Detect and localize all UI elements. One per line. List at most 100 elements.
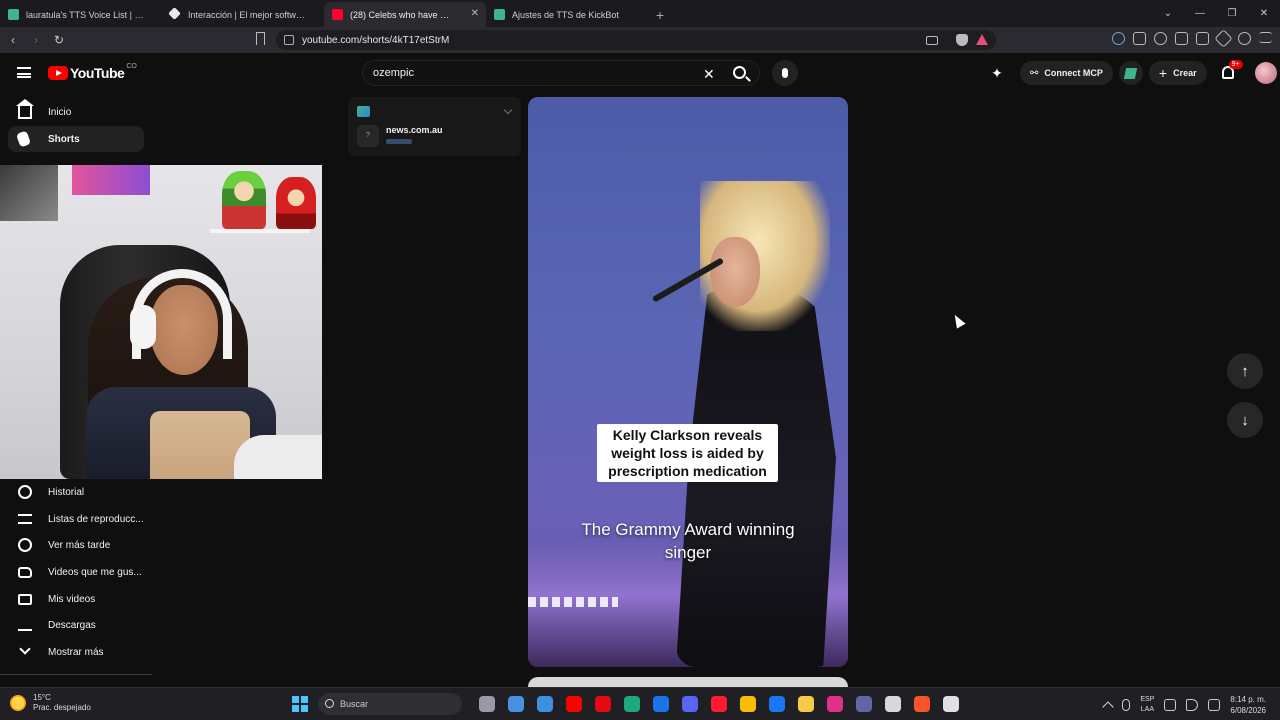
headphone-earcup bbox=[130, 305, 156, 349]
explorer-icon[interactable] bbox=[797, 696, 814, 712]
weather-condition: Prac. despejado bbox=[33, 703, 91, 712]
sidebar-item-inicio[interactable]: Inicio bbox=[8, 99, 144, 125]
tab-kickbot-voices[interactable]: lauratula's TTS Voice List | KickBot bbox=[0, 2, 162, 27]
previous-short-button[interactable]: ↑ bbox=[1227, 353, 1263, 389]
minimize-icon[interactable]: — bbox=[1184, 0, 1216, 27]
search-input[interactable]: ozempic bbox=[373, 67, 414, 79]
sidebar-item-downloads[interactable]: Descargas bbox=[8, 612, 144, 638]
address-url[interactable]: youtube.com/shorts/4kT17etStrM bbox=[302, 35, 449, 46]
sidebar-item-historial[interactable]: Historial bbox=[8, 479, 144, 505]
youtube-logo[interactable]: YouTube CO bbox=[48, 63, 137, 81]
app-pink-icon[interactable] bbox=[826, 696, 843, 712]
store-icon[interactable] bbox=[536, 696, 553, 712]
copilot-icon[interactable] bbox=[507, 696, 524, 712]
source-site[interactable]: news.com.au bbox=[386, 125, 443, 135]
bookmark-icon[interactable] bbox=[256, 32, 265, 45]
wallet-icon[interactable] bbox=[1196, 32, 1209, 45]
gemini-sparkle-icon[interactable]: ✦ bbox=[988, 65, 1006, 81]
taskbar-search[interactable]: Buscar bbox=[318, 693, 462, 715]
tab-youtube-shorts[interactable]: (28) Celebs who have used O ✕ bbox=[324, 2, 486, 27]
tab-kickbot-tts-settings[interactable]: Ajustes de TTS de KickBot bbox=[486, 2, 648, 27]
site-info-icon[interactable] bbox=[284, 35, 294, 45]
search-box[interactable]: ozempic ✕ bbox=[362, 60, 760, 86]
battery-icon[interactable] bbox=[1208, 698, 1221, 711]
youtube-app-icon[interactable] bbox=[565, 696, 582, 712]
brave-shield-icon[interactable] bbox=[956, 34, 968, 46]
tab-title: (28) Celebs who have used O bbox=[350, 9, 454, 20]
tab-interaccion[interactable]: Interacción | El mejor software para p bbox=[162, 2, 324, 27]
sidebar-item-show-more[interactable]: Mostrar más bbox=[8, 639, 144, 665]
thumb-up-icon bbox=[18, 567, 32, 578]
kickbot-extension-button[interactable] bbox=[1118, 61, 1143, 85]
facebook-icon[interactable] bbox=[768, 696, 785, 712]
notifications-button[interactable]: 9+ bbox=[1219, 60, 1243, 83]
vpn-icon[interactable] bbox=[1238, 32, 1251, 45]
close-window-icon[interactable]: ✕ bbox=[1248, 0, 1280, 27]
clear-search-icon[interactable]: ✕ bbox=[703, 66, 715, 83]
tab-search-icon[interactable]: ⌄ bbox=[1152, 0, 1184, 27]
sidebar-item-playlists[interactable]: Listas de reproducc... bbox=[8, 506, 144, 532]
obs-icon[interactable] bbox=[942, 696, 959, 712]
guide-menu-icon[interactable] bbox=[17, 67, 31, 78]
voice-search-button[interactable] bbox=[772, 60, 798, 86]
extensions-row bbox=[1112, 29, 1272, 48]
task-view-icon[interactable] bbox=[478, 696, 495, 712]
taskbar-clock[interactable]: 8:14 p. m. 6/08/2026 bbox=[1230, 694, 1266, 716]
show-hidden-icons-icon[interactable] bbox=[1102, 700, 1115, 713]
reload-icon[interactable]: ↻ bbox=[49, 30, 69, 50]
snip-icon[interactable] bbox=[884, 696, 901, 712]
teams-icon[interactable] bbox=[855, 696, 872, 712]
browser-tab-strip: lauratula's TTS Voice List | KickBot Int… bbox=[0, 0, 1280, 27]
cast-screen-icon[interactable] bbox=[926, 36, 938, 45]
search-icon[interactable] bbox=[733, 66, 746, 79]
volume-icon[interactable] bbox=[1186, 698, 1199, 711]
restore-icon[interactable]: ❐ bbox=[1216, 0, 1248, 27]
outlook-icon[interactable] bbox=[652, 696, 669, 712]
sidebar-icon[interactable] bbox=[1175, 32, 1188, 45]
clock-date: 6/08/2026 bbox=[1230, 705, 1266, 715]
connect-mcp-button[interactable]: ⚯ Connect MCP bbox=[1020, 61, 1113, 85]
netflix-icon[interactable] bbox=[594, 696, 611, 712]
shorts-video-player[interactable]: Kelly Clarkson reveals weight loss is ai… bbox=[528, 97, 848, 667]
next-short-button[interactable]: ↓ bbox=[1227, 402, 1263, 438]
leo-icon[interactable] bbox=[1214, 29, 1233, 48]
media-icon[interactable] bbox=[1154, 32, 1167, 45]
chevron-down-icon[interactable] bbox=[503, 105, 513, 115]
weather-sun-icon bbox=[10, 695, 26, 711]
sidebar-item-shorts[interactable]: Shorts bbox=[8, 126, 144, 152]
forward-icon[interactable]: › bbox=[26, 30, 46, 50]
microphone-tray-icon[interactable] bbox=[1122, 698, 1131, 711]
next-short-preview[interactable] bbox=[528, 677, 848, 687]
edge-icon[interactable] bbox=[623, 696, 640, 712]
create-button[interactable]: + Crear bbox=[1148, 61, 1207, 85]
sidebar-item-watch-later[interactable]: Ver más tarde bbox=[8, 532, 144, 558]
close-tab-icon[interactable]: ✕ bbox=[471, 8, 479, 19]
info-panel[interactable]: ? news.com.au bbox=[348, 97, 521, 156]
new-tab-button[interactable]: + bbox=[648, 2, 672, 27]
mouse-cursor-icon bbox=[950, 312, 966, 329]
brave-icon[interactable] bbox=[913, 696, 930, 712]
back-icon[interactable]: ‹ bbox=[3, 30, 23, 50]
opera-icon[interactable] bbox=[710, 696, 727, 712]
language-code: ESP bbox=[1140, 695, 1155, 703]
address-bar[interactable]: youtube.com/shorts/4kT17etStrM bbox=[276, 30, 996, 50]
sidebar-item-my-videos[interactable]: Mis videos bbox=[8, 586, 144, 612]
brave-rewards-icon[interactable] bbox=[976, 34, 988, 45]
tab-title: Ajustes de TTS de KickBot bbox=[512, 9, 619, 20]
language-indicator[interactable]: ESP LAA bbox=[1140, 695, 1154, 715]
start-button[interactable] bbox=[292, 696, 308, 712]
weather-widget[interactable]: 15°C Prac. despejado bbox=[10, 693, 91, 713]
extensions-puzzle-icon[interactable] bbox=[1133, 32, 1146, 45]
my-videos-icon bbox=[18, 594, 32, 605]
chevron-down-icon bbox=[19, 643, 31, 655]
extension-color-icon[interactable] bbox=[1112, 32, 1125, 45]
plus-icon: + bbox=[1158, 65, 1168, 81]
sidebar-item-label: Shorts bbox=[48, 133, 80, 145]
kickbot-favicon-icon bbox=[8, 9, 19, 20]
chrome-icon[interactable] bbox=[739, 696, 756, 712]
sidebar-item-liked-videos[interactable]: Videos que me gus... bbox=[8, 559, 144, 585]
menu-icon[interactable] bbox=[1259, 32, 1272, 43]
avatar[interactable] bbox=[1254, 62, 1277, 84]
discord-icon[interactable] bbox=[681, 696, 698, 712]
network-icon[interactable] bbox=[1164, 698, 1177, 711]
